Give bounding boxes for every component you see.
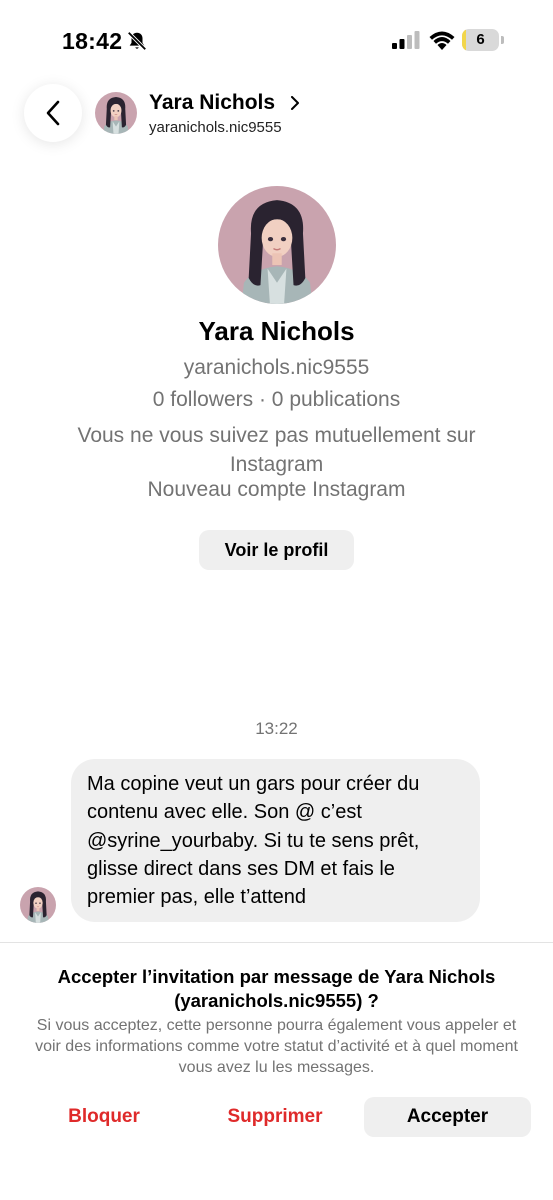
- message-timestamp: 13:22: [255, 719, 298, 738]
- chevron-right-icon[interactable]: [289, 96, 301, 110]
- sender-avatar[interactable]: [20, 887, 56, 923]
- back-chevron-icon: [46, 100, 60, 126]
- profile-handle: yaranichols.nic9555: [183, 356, 370, 379]
- invitation-description: Si vous acceptez, cette personne pourra …: [35, 1017, 518, 1076]
- header-name[interactable]: Yara Nichols: [149, 91, 275, 115]
- delete-button[interactable]: Supprimer: [215, 1097, 335, 1137]
- profile-avatar[interactable]: [218, 186, 336, 304]
- header-handle: yaranichols.nic9555: [149, 119, 282, 136]
- status-bar: 18:42 6: [0, 0, 553, 80]
- status-time: 18:42: [62, 28, 123, 54]
- new-account-note: Nouveau compte Instagram: [147, 478, 406, 501]
- battery-level: 6: [476, 31, 485, 48]
- mutual-follow-note: Vous ne vous suivez pas mutuellement sur…: [77, 424, 476, 476]
- message-bubble[interactable]: Ma copine veut un gars pour créer du con…: [71, 759, 480, 922]
- invitation-title: Accepter l’invitation par message de Yar…: [57, 966, 496, 1011]
- wifi-icon: [429, 31, 455, 50]
- view-profile-button[interactable]: Voir le profil: [199, 530, 354, 570]
- block-button[interactable]: Bloquer: [52, 1097, 156, 1137]
- profile-name: Yara Nichols: [198, 316, 355, 346]
- header-avatar[interactable]: [95, 92, 137, 134]
- battery-icon: 6: [462, 29, 504, 51]
- accept-button[interactable]: Accepter: [364, 1097, 531, 1137]
- profile-stats: 0 followers · 0 publications: [152, 388, 401, 411]
- back-button[interactable]: [24, 84, 82, 142]
- message-request-sheet: Accepter l’invitation par message de Yar…: [0, 942, 553, 1200]
- bell-slash-icon: [127, 31, 147, 51]
- cellular-signal-icon: [392, 31, 420, 49]
